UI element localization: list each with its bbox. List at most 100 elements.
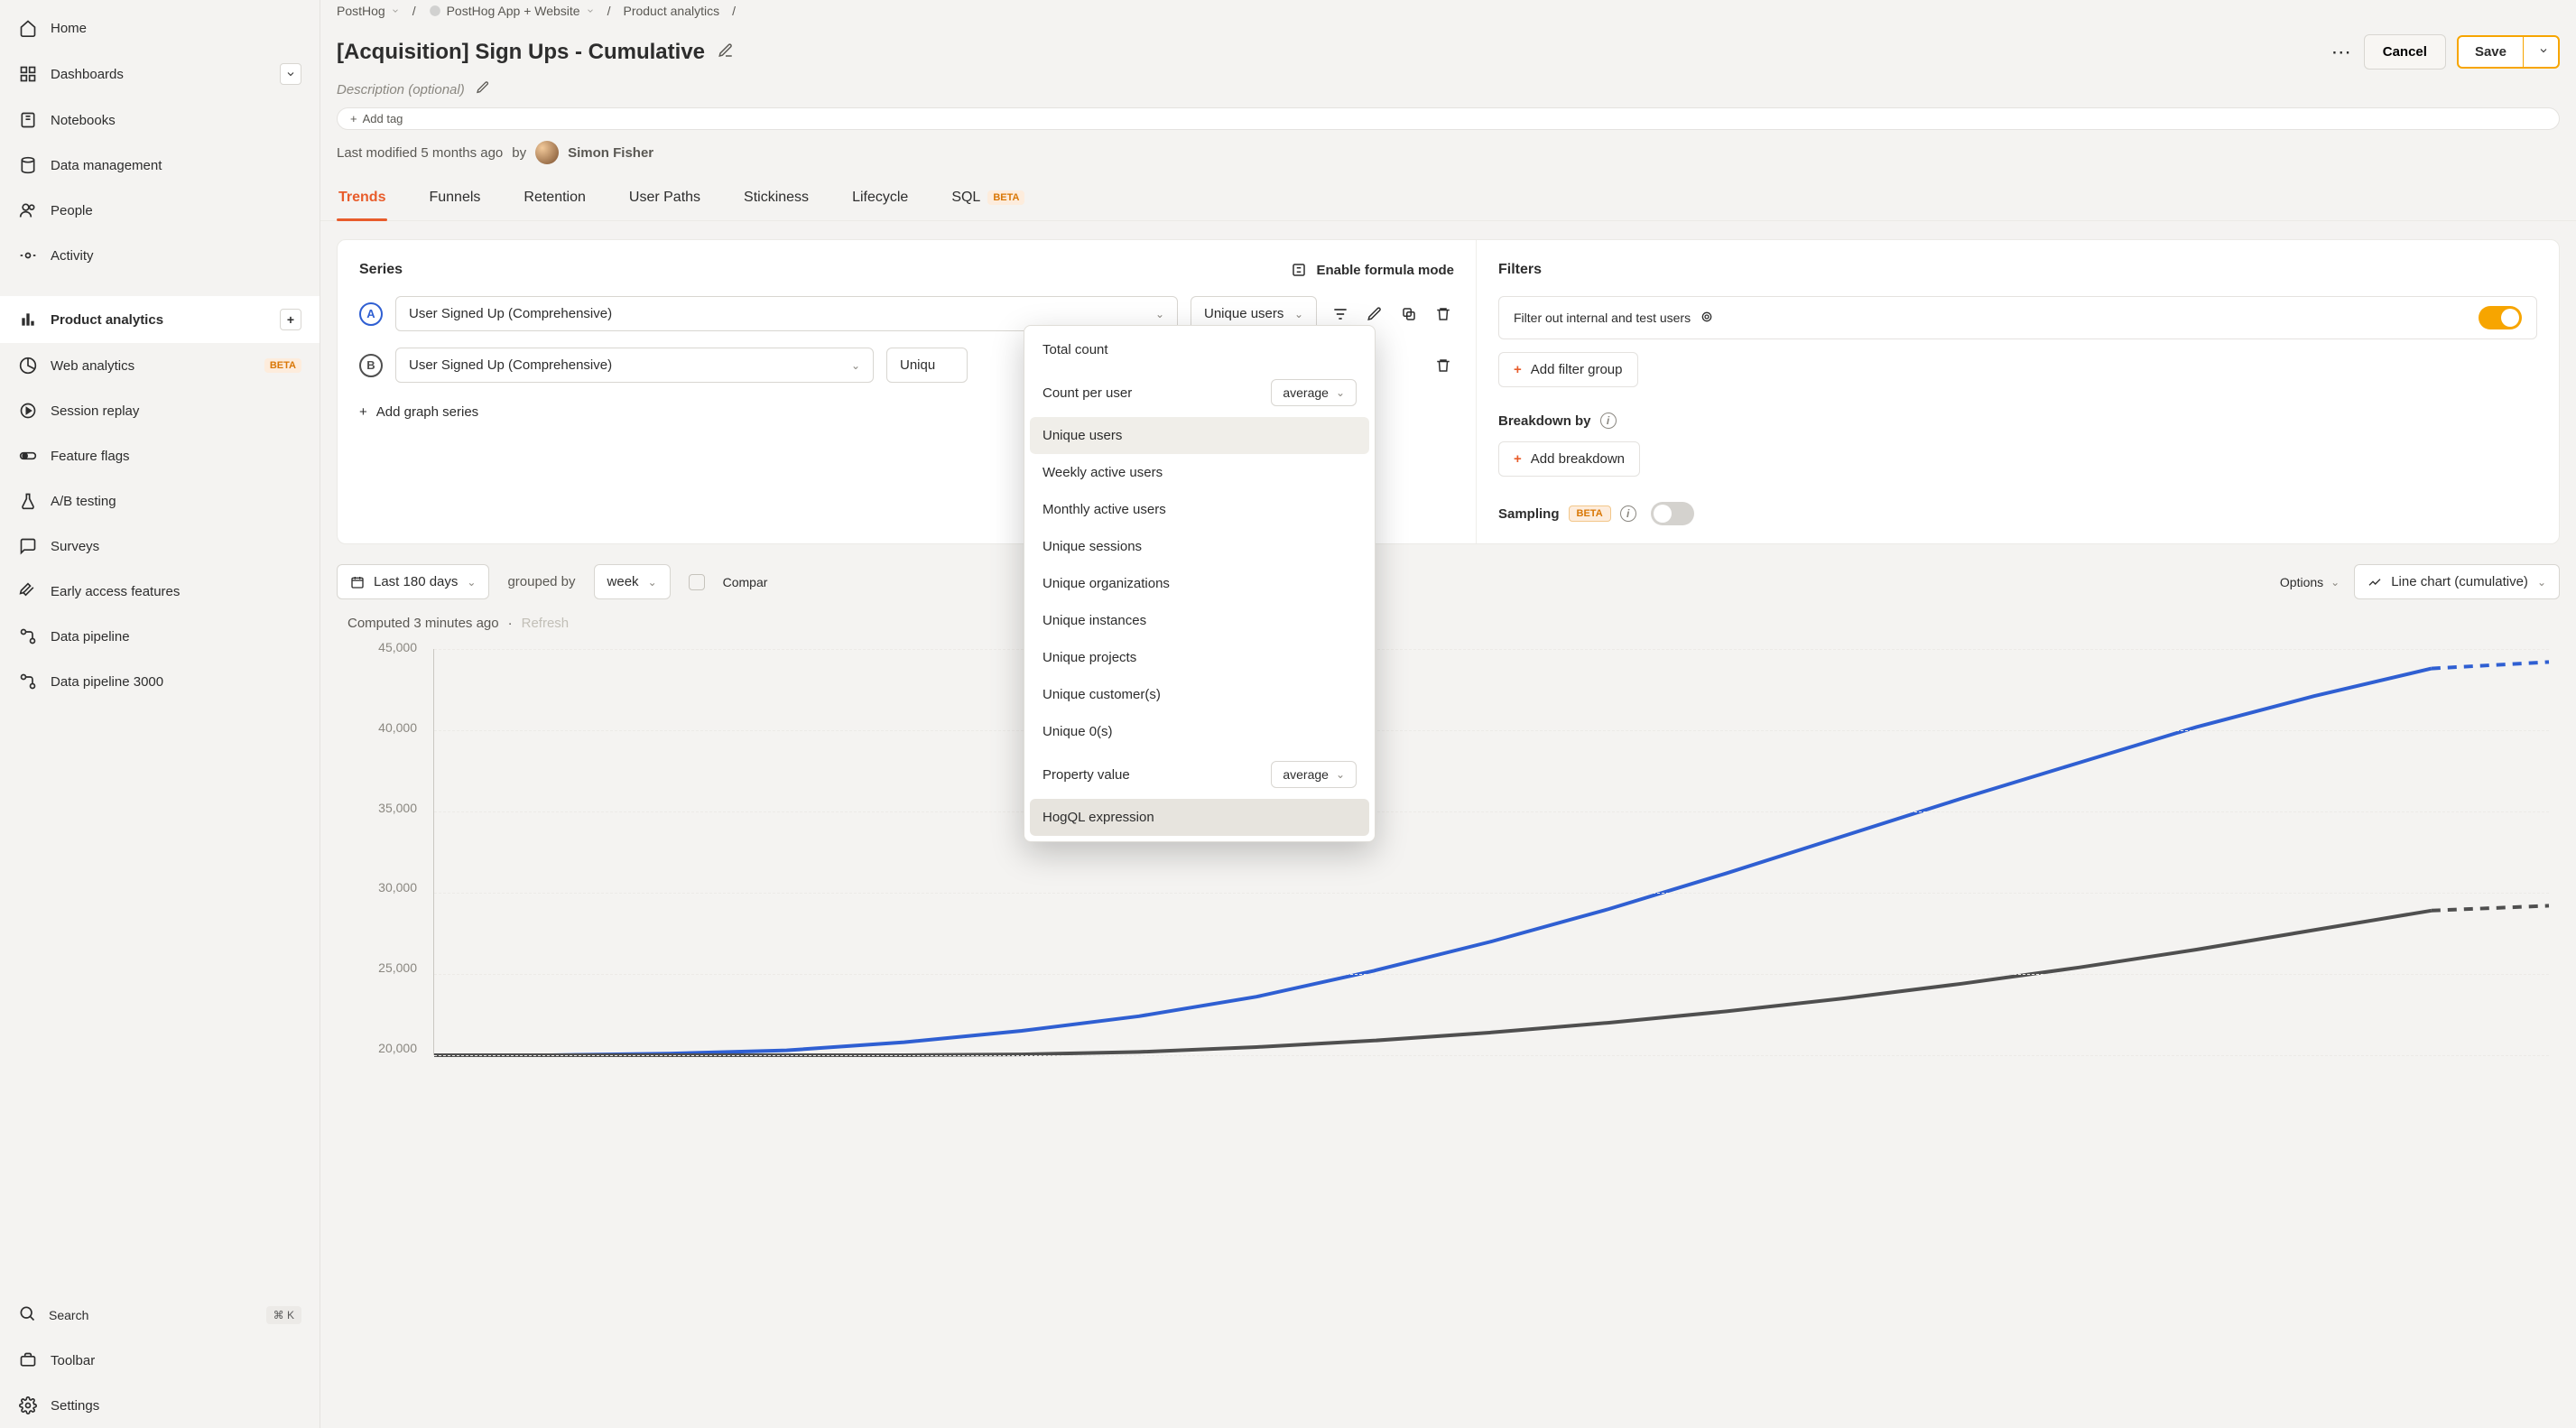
sidebar-item-activity[interactable]: Activity xyxy=(0,233,320,278)
sidebar-item-data-pipeline[interactable]: Data pipeline xyxy=(0,614,320,659)
sidebar-item-settings[interactable]: Settings xyxy=(0,1383,320,1428)
sidebar-item-product-analytics[interactable]: Product analytics + xyxy=(0,296,320,343)
dd-unique-users[interactable]: Unique users xyxy=(1030,417,1369,454)
tab-user-paths[interactable]: User Paths xyxy=(627,181,702,220)
add-tag-button[interactable]: + Add tag xyxy=(337,107,2560,130)
notebook-icon xyxy=(18,110,38,130)
sidebar: Home Dashboards Notebooks Data managemen… xyxy=(0,0,320,1428)
tab-sql[interactable]: SQLBETA xyxy=(950,181,1026,220)
filter-toggle[interactable] xyxy=(2479,306,2522,329)
dd-unique-0s[interactable]: Unique 0(s) xyxy=(1030,713,1369,750)
more-icon[interactable]: ⋯ xyxy=(2331,41,2353,64)
sidebar-item-session-replay[interactable]: Session replay xyxy=(0,388,320,433)
cancel-button[interactable]: Cancel xyxy=(2364,34,2446,70)
sidebar-item-home[interactable]: Home xyxy=(0,5,320,51)
save-button[interactable]: Save xyxy=(2459,37,2524,67)
sidebar-item-label: Dashboards xyxy=(51,67,124,82)
dd-unique-customers[interactable]: Unique customer(s) xyxy=(1030,676,1369,713)
filter-internal-users[interactable]: Filter out internal and test users xyxy=(1498,296,2537,339)
sidebar-item-toolbar[interactable]: Toolbar xyxy=(0,1338,320,1383)
breadcrumb: PostHog / PostHog App + Website / Produc… xyxy=(320,0,2576,22)
gear-icon xyxy=(18,1396,38,1415)
chart-type-select[interactable]: Line chart (cumulative)⌄ xyxy=(2354,564,2560,599)
sidebar-item-label: Activity xyxy=(51,248,94,264)
tab-funnels[interactable]: Funnels xyxy=(427,181,482,220)
search-label: Search xyxy=(49,1308,88,1322)
y-tick: 40,000 xyxy=(347,720,424,735)
tab-retention[interactable]: Retention xyxy=(522,181,588,220)
save-dropdown-button[interactable] xyxy=(2529,37,2558,67)
dd-unique-sessions[interactable]: Unique sessions xyxy=(1030,528,1369,565)
dd-weekly-active[interactable]: Weekly active users xyxy=(1030,454,1369,491)
sidebar-item-label: Feature flags xyxy=(51,449,130,464)
formula-icon xyxy=(1291,262,1307,278)
series-b-event-select[interactable]: User Signed Up (Comprehensive)⌄ xyxy=(395,348,874,383)
tabs: Trends Funnels Retention User Paths Stic… xyxy=(320,181,2576,221)
refresh-button[interactable]: Refresh xyxy=(522,616,570,631)
series-b-math-select[interactable]: Uniqu xyxy=(886,348,968,383)
description-placeholder[interactable]: Description (optional) xyxy=(337,82,465,97)
plus-icon: + xyxy=(1514,451,1522,467)
sidebar-item-ab-testing[interactable]: A/B testing xyxy=(0,478,320,524)
info-icon[interactable]: i xyxy=(1600,413,1617,429)
add-filter-group[interactable]: + Add filter group xyxy=(1498,352,1638,387)
interval-select[interactable]: week⌄ xyxy=(594,564,671,599)
sidebar-item-early-access[interactable]: Early access features xyxy=(0,569,320,614)
dd-count-per-user-agg[interactable]: average⌄ xyxy=(1271,379,1357,406)
options-button[interactable]: Options⌄ xyxy=(2280,575,2340,589)
edit-title-icon[interactable] xyxy=(718,42,734,61)
tab-stickiness[interactable]: Stickiness xyxy=(742,181,811,220)
tab-trends[interactable]: Trends xyxy=(337,181,387,220)
crumb-posthog[interactable]: PostHog xyxy=(337,4,400,18)
sidebar-item-people[interactable]: People xyxy=(0,188,320,233)
tab-lifecycle[interactable]: Lifecycle xyxy=(850,181,910,220)
delete-icon[interactable] xyxy=(1432,355,1454,376)
edit-icon[interactable] xyxy=(1364,303,1385,325)
add-breakdown[interactable]: + Add breakdown xyxy=(1498,441,1640,477)
sidebar-item-label: Early access features xyxy=(51,584,180,599)
dd-hogql-expression[interactable]: HogQL expression xyxy=(1030,799,1369,836)
crumb-app[interactable]: PostHog App + Website xyxy=(429,4,595,18)
plus-icon[interactable]: + xyxy=(280,309,301,330)
search-button[interactable]: Search ⌘ K xyxy=(0,1292,320,1338)
dd-unique-instances[interactable]: Unique instances xyxy=(1030,602,1369,639)
computed-text: Computed 3 minutes ago xyxy=(347,616,499,631)
chart: 45,00040,00035,00030,00025,00020,000 xyxy=(347,640,2549,1055)
dd-unique-projects[interactable]: Unique projects xyxy=(1030,639,1369,676)
crumb-analytics[interactable]: Product analytics xyxy=(623,4,719,18)
toggle-icon xyxy=(18,446,38,466)
series-badge-b: B xyxy=(359,354,383,377)
dd-total-count[interactable]: Total count xyxy=(1030,331,1369,368)
delete-icon[interactable] xyxy=(1432,303,1454,325)
sidebar-item-surveys[interactable]: Surveys xyxy=(0,524,320,569)
math-dropdown: Total count Count per user average⌄ Uniq… xyxy=(1024,325,1376,842)
info-icon[interactable]: i xyxy=(1620,505,1636,522)
beta-badge: BETA xyxy=(987,190,1024,205)
filter-icon[interactable] xyxy=(1330,303,1351,325)
activity-icon xyxy=(18,246,38,265)
date-range-select[interactable]: Last 180 days⌄ xyxy=(337,564,489,599)
dd-unique-orgs[interactable]: Unique organizations xyxy=(1030,565,1369,602)
sidebar-item-feature-flags[interactable]: Feature flags xyxy=(0,433,320,478)
sidebar-item-data-management[interactable]: Data management xyxy=(0,143,320,188)
add-graph-series[interactable]: + Add graph series xyxy=(359,404,478,420)
dd-count-per-user[interactable]: Count per user average⌄ xyxy=(1030,368,1369,417)
sidebar-item-label: Notebooks xyxy=(51,113,116,128)
dd-property-value[interactable]: Property value average⌄ xyxy=(1030,750,1369,799)
dd-monthly-active[interactable]: Monthly active users xyxy=(1030,491,1369,528)
gear-icon[interactable] xyxy=(1700,310,1714,327)
copy-icon[interactable] xyxy=(1398,303,1420,325)
enable-formula-mode[interactable]: Enable formula mode xyxy=(1291,262,1454,278)
sidebar-item-web-analytics[interactable]: Web analytics BETA xyxy=(0,343,320,388)
sidebar-item-label: Home xyxy=(51,21,87,36)
compare-checkbox[interactable] xyxy=(689,574,705,590)
sidebar-item-notebooks[interactable]: Notebooks xyxy=(0,97,320,143)
search-icon xyxy=(18,1304,36,1325)
sidebar-item-dashboards[interactable]: Dashboards xyxy=(0,51,320,97)
sidebar-item-data-pipeline-3000[interactable]: Data pipeline 3000 xyxy=(0,659,320,704)
edit-description-icon[interactable] xyxy=(476,80,490,98)
sampling-toggle[interactable] xyxy=(1651,502,1694,525)
chevron-down-icon[interactable] xyxy=(280,63,301,85)
plus-icon: + xyxy=(350,112,357,125)
dd-property-value-agg[interactable]: average⌄ xyxy=(1271,761,1357,788)
